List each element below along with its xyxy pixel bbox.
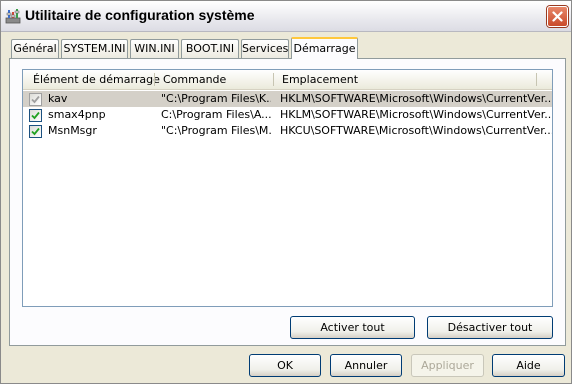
startup-item-command: C:\Program Files\A... [161, 108, 271, 121]
checkmark-icon [31, 111, 40, 120]
tab-general[interactable]: Général [11, 39, 59, 58]
startup-item-location: HKLM\SOFTWARE\Microsoft\Windows\CurrentV… [280, 92, 552, 105]
startup-item-location: HKCU\SOFTWARE\Microsoft\Windows\CurrentV… [280, 124, 552, 137]
startup-tab-panel: Élément de démarrage Commande Emplacemen… [9, 58, 566, 346]
startup-item-command: "C:\Program Files\M... [161, 124, 271, 137]
startup-item-command: "C:\Program Files\K... [161, 92, 271, 105]
startup-items-list[interactable]: Élément de démarrage Commande Emplacemen… [22, 69, 553, 307]
cancel-button[interactable]: Annuler [330, 354, 402, 377]
startup-row[interactable]: MsnMsgr "C:\Program Files\M... HKCU\SOFT… [23, 123, 552, 139]
column-header-startup-item[interactable]: Élément de démarrage [27, 70, 160, 89]
startup-item-name: MsnMsgr [48, 124, 97, 137]
disable-all-button[interactable]: Désactiver tout [427, 316, 553, 339]
checkmark-icon [31, 127, 40, 136]
list-header: Élément de démarrage Commande Emplacemen… [23, 70, 552, 90]
startup-item-name: smax4pnp [48, 108, 106, 121]
startup-checkbox[interactable] [29, 109, 42, 122]
tab-services[interactable]: Services [241, 39, 289, 58]
column-divider[interactable] [154, 73, 155, 86]
column-header-command[interactable]: Commande [157, 70, 273, 89]
apply-button[interactable]: Appliquer [411, 354, 484, 377]
tab-startup[interactable]: Démarrage [291, 37, 358, 59]
msconfig-app-icon [5, 8, 21, 24]
startup-checkbox[interactable] [29, 93, 42, 106]
startup-row[interactable]: kav "C:\Program Files\K... HKLM\SOFTWARE… [23, 91, 552, 107]
msconfig-window: Utilitaire de configuration système Géné… [0, 0, 572, 384]
tab-win-ini[interactable]: WIN.INI [130, 39, 179, 58]
checkmark-icon [31, 95, 40, 104]
window-title: Utilitaire de configuration système [25, 7, 255, 23]
close-icon [552, 11, 563, 22]
help-button[interactable]: Aide [492, 354, 565, 377]
column-divider[interactable] [273, 73, 274, 86]
startup-row[interactable]: smax4pnp C:\Program Files\A... HKLM\SOFT… [23, 107, 552, 123]
ok-button[interactable]: OK [249, 354, 321, 377]
startup-checkbox[interactable] [29, 125, 42, 138]
title-bar[interactable]: Utilitaire de configuration système [1, 1, 571, 32]
close-button[interactable] [547, 6, 568, 27]
startup-item-name: kav [48, 92, 68, 105]
tab-system-ini[interactable]: SYSTEM.INI [61, 39, 128, 58]
column-header-location[interactable]: Emplacement [276, 70, 536, 89]
column-divider[interactable] [536, 73, 537, 86]
tab-boot-ini[interactable]: BOOT.INI [181, 39, 239, 58]
startup-item-location: HKLM\SOFTWARE\Microsoft\Windows\CurrentV… [280, 108, 552, 121]
enable-all-button[interactable]: Activer tout [290, 316, 415, 339]
